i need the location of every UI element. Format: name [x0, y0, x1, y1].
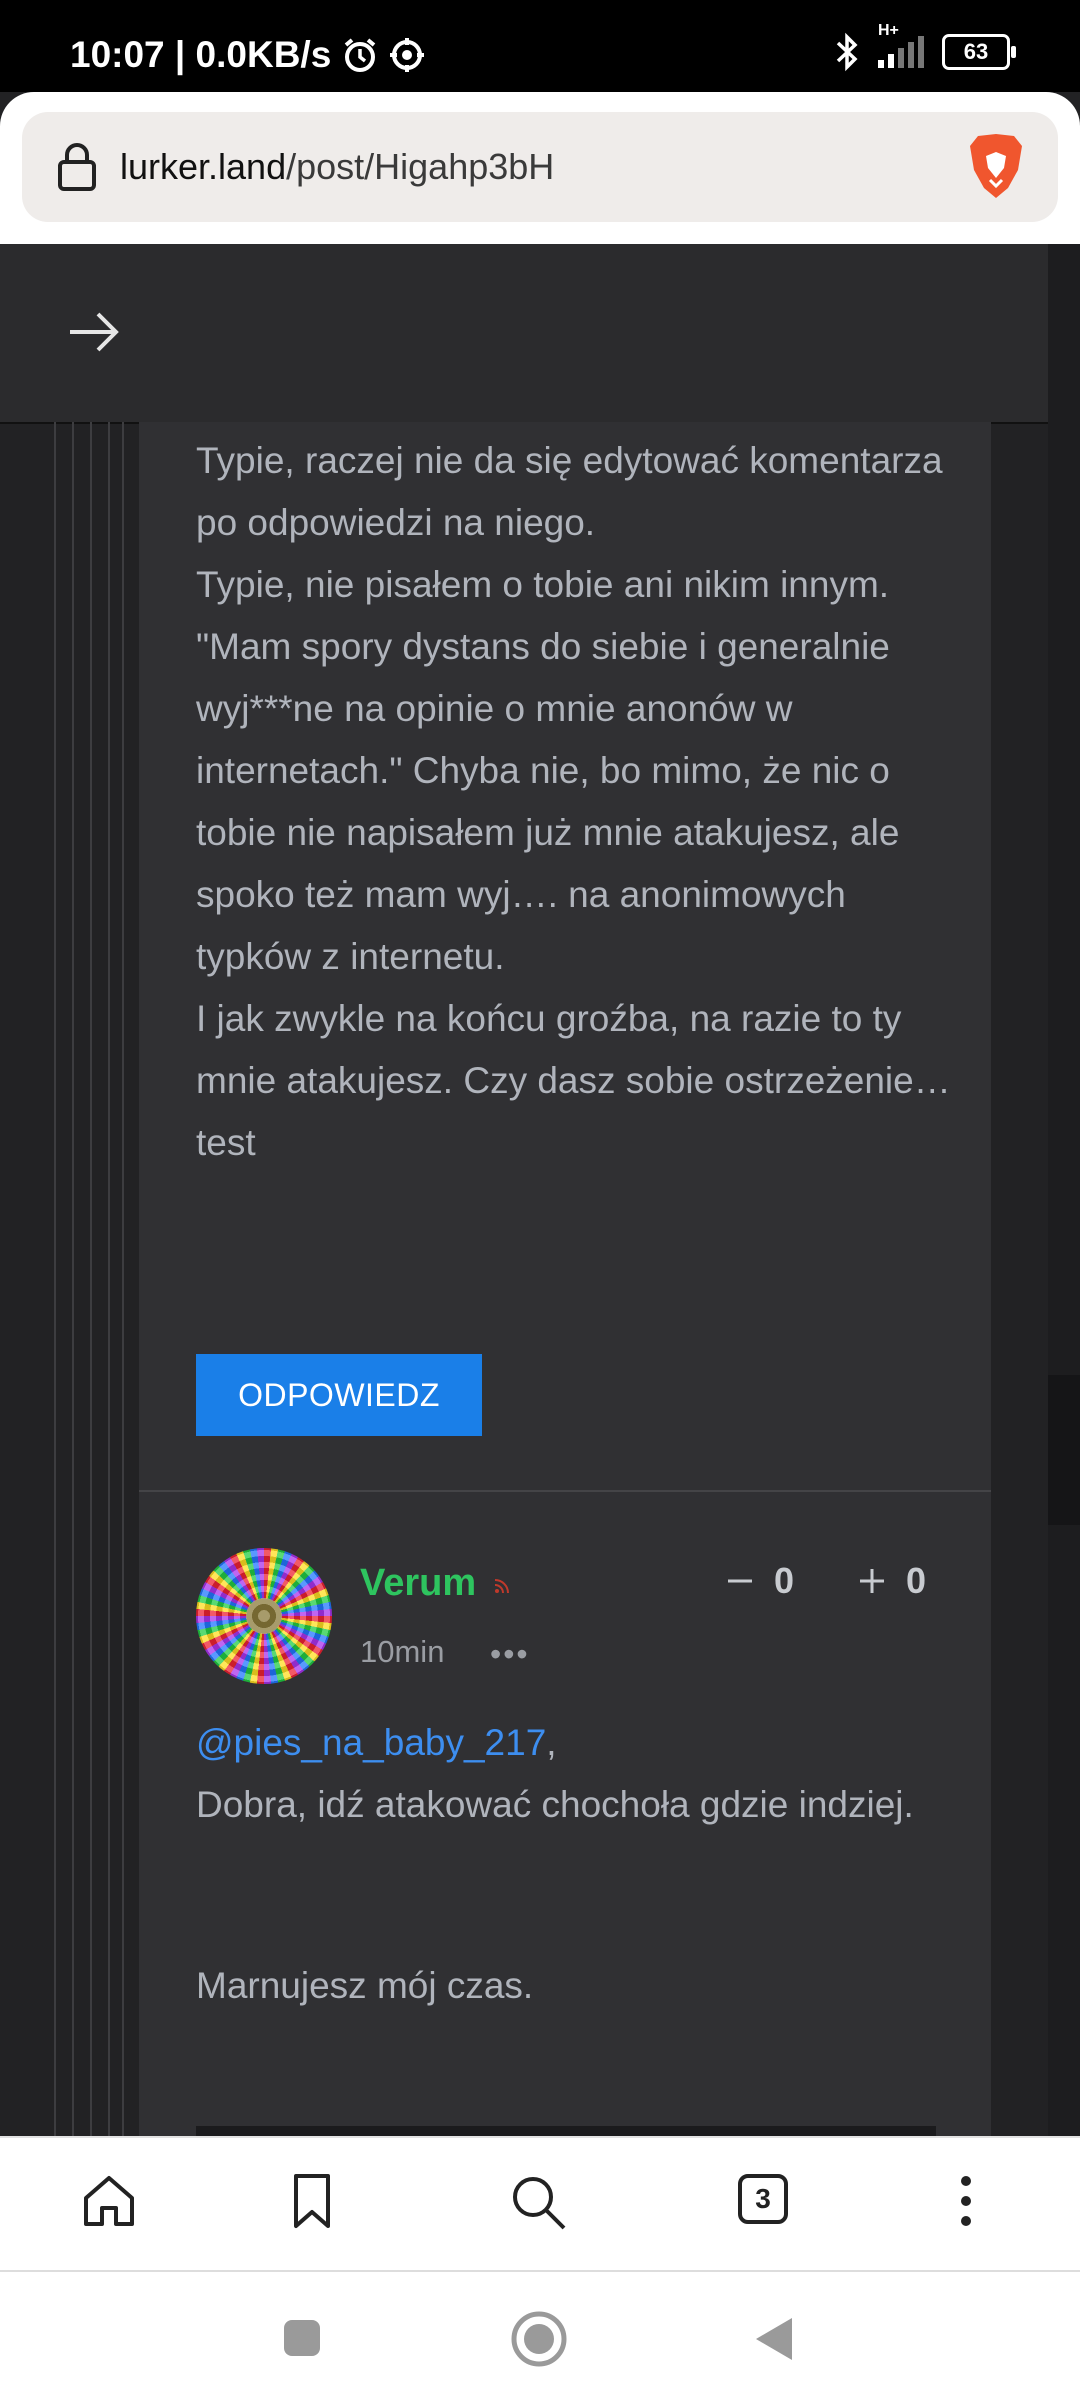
tabs-icon[interactable]: 3	[738, 2174, 788, 2224]
scrollbar-thumb[interactable]	[1048, 1375, 1080, 1525]
status-left: 10:07 | 0.0KB/s	[70, 34, 425, 76]
rss-icon	[494, 1579, 509, 1594]
network-label: H+	[878, 22, 899, 39]
url-domain: lurker.land	[120, 146, 287, 187]
target-icon	[390, 38, 425, 72]
comment-body: @pies_na_baby_217, Dobra, idź atakować ch…	[196, 1712, 956, 1836]
more-options-icon[interactable]: •••	[490, 1636, 530, 1673]
minus-icon	[728, 1579, 752, 1583]
thread-line	[90, 422, 92, 2136]
arrow-right-icon[interactable]	[68, 310, 120, 354]
avatar[interactable]	[196, 1548, 332, 1684]
comment-divider	[139, 1490, 991, 1492]
back-nav-icon[interactable]	[752, 2314, 796, 2364]
alarm-icon	[345, 38, 376, 72]
comment-username[interactable]: Verum	[360, 1562, 476, 1605]
browser-toolbar: 3	[0, 2136, 1080, 2272]
next-element-edge	[196, 2126, 936, 2136]
more-vertical-icon[interactable]	[954, 2172, 978, 2230]
browser-address-bar: lurker.land/post/Higahp3bH	[0, 92, 1080, 244]
home-icon[interactable]	[80, 2172, 138, 2230]
previous-comment-text: Typie, raczej nie da się edytować koment…	[196, 440, 951, 1163]
bookmark-icon[interactable]	[290, 2172, 334, 2230]
url-path: /post/Higahp3bH	[286, 146, 555, 187]
status-right: H+ 63	[834, 22, 1016, 72]
url-text[interactable]: lurker.land/post/Higahp3bH	[120, 146, 554, 188]
status-time-speed: 10:07 | 0.0KB/s	[70, 34, 332, 75]
mention-suffix: ,	[546, 1722, 557, 1763]
tabs-count: 3	[755, 2183, 771, 2214]
comment-time: 10min	[360, 1634, 445, 1669]
thread-line	[54, 422, 56, 2136]
search-icon[interactable]	[508, 2172, 568, 2232]
thread-line	[108, 422, 110, 2136]
comment-text-2: Marnujesz mój czas.	[196, 1965, 534, 2006]
bluetooth-icon	[836, 32, 858, 72]
reply-button[interactable]: ODPOWIEDZ	[196, 1354, 482, 1436]
system-nav-bar	[0, 2270, 1080, 2402]
recent-apps-icon[interactable]	[282, 2318, 322, 2358]
status-bar: 10:07 | 0.0KB/s H+ 63	[0, 0, 1080, 92]
downvote-button[interactable]: 0	[726, 1560, 794, 1602]
lock-icon[interactable]	[56, 142, 98, 192]
scrollbar[interactable]	[1048, 244, 1080, 2136]
thread-line	[72, 422, 74, 2136]
battery-icon: 63	[942, 34, 1016, 70]
signal-icon: H+	[878, 22, 924, 68]
comment-text: Dobra, idź atakować chochoła gdzie indzi…	[196, 1784, 914, 1825]
brave-lion-icon[interactable]	[964, 130, 1028, 202]
plus-icon	[860, 1569, 884, 1593]
battery-level: 63	[963, 39, 989, 64]
url-field[interactable]: lurker.land/post/Higahp3bH	[22, 112, 1058, 222]
upvote-count: 0	[906, 1560, 927, 1601]
thread-line	[122, 422, 124, 2136]
page-header	[0, 244, 1048, 424]
home-nav-icon[interactable]	[510, 2310, 568, 2368]
upvote-button[interactable]: 0	[858, 1560, 926, 1602]
mention-link[interactable]: @pies_na_baby_217	[196, 1722, 546, 1763]
downvote-count: 0	[774, 1560, 795, 1601]
